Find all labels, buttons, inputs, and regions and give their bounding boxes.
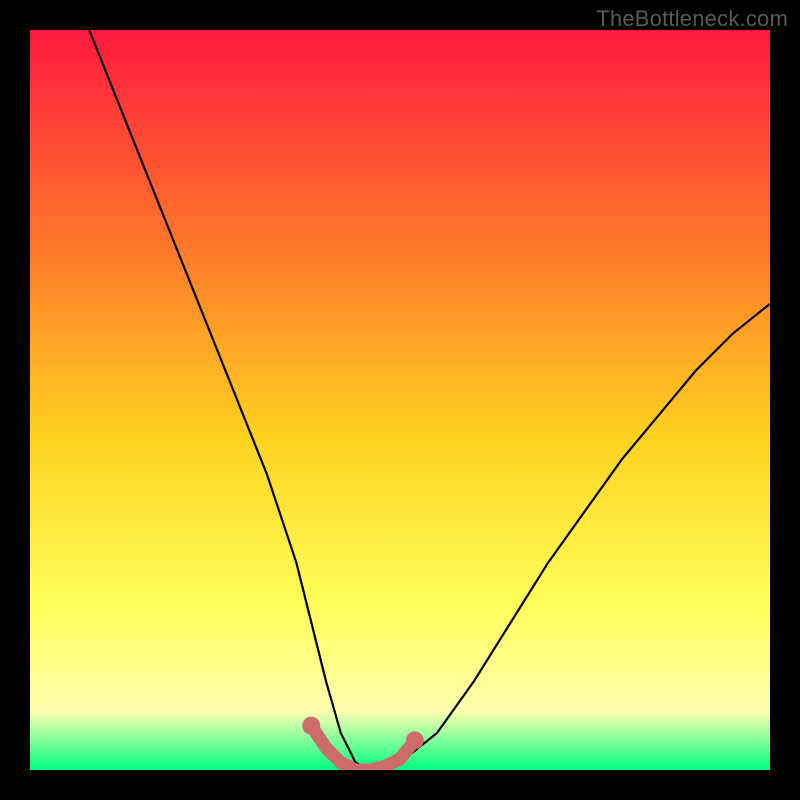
chart-svg <box>30 30 770 770</box>
watermark-label: TheBottleneck.com <box>596 6 788 32</box>
highlight-endpoint-right <box>406 731 424 749</box>
plot-area <box>30 30 770 770</box>
highlight-endpoint-left <box>302 717 320 735</box>
gradient-background <box>30 30 770 770</box>
chart-frame: TheBottleneck.com <box>0 0 800 800</box>
